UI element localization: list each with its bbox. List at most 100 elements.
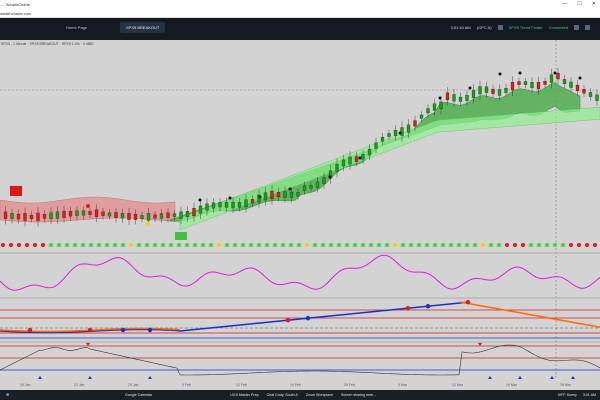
system-tray: 59°F Sunny 3:01 AM — [558, 390, 596, 400]
chart-header: SPX5 - 1 Minute · SPX5 BREAKOUT · SPX5 1… — [1, 42, 94, 46]
trend-dot — [585, 243, 589, 247]
candle — [342, 160, 345, 166]
trend-dot — [217, 243, 221, 247]
candle — [4, 212, 7, 219]
settings-icon[interactable] — [498, 25, 503, 30]
tab-home-page[interactable]: Home Page — [60, 22, 93, 33]
trend-dot — [297, 243, 301, 247]
candle — [531, 82, 534, 88]
buy-arrow — [38, 376, 42, 379]
signal-dot — [146, 222, 150, 226]
buy-signal-flag[interactable] — [175, 232, 187, 240]
candle — [193, 208, 196, 216]
clock-text: 3:01:40 AM — [450, 25, 470, 30]
candle — [167, 213, 170, 218]
candle — [141, 215, 144, 218]
momentum-oscillator-line — [0, 255, 600, 290]
trend-dot — [449, 243, 453, 247]
tab-spx5-breakout[interactable]: SPX5 BREAKOUT — [120, 22, 165, 33]
taskbar-item[interactable]: Zoom Workplace — [302, 390, 337, 400]
x-axis-label: 15 Jan — [20, 383, 31, 387]
trend-dot — [201, 243, 205, 247]
trend-dot — [9, 243, 13, 247]
crossover-dot — [28, 328, 32, 332]
price-chart[interactable]: 15 Jan 22 Jan 29 Jan 5 Feb 12 Feb 19 Feb 26 Fe… — [0, 40, 600, 390]
windows-start-icon[interactable]: ■ — [0, 390, 13, 400]
candle — [134, 214, 137, 220]
trend-dot — [537, 243, 541, 247]
candle — [89, 211, 92, 214]
candle — [238, 202, 241, 207]
signal-dot — [499, 73, 502, 76]
trend-dot — [169, 243, 173, 247]
candle — [368, 149, 371, 155]
taskbar-item[interactable]: UGS Master Prep — [226, 390, 262, 400]
taskbar-item[interactable]: Chat Cody, South A — [263, 390, 302, 400]
chart-area[interactable]: 15 Jan 22 Jan 29 Jan 5 Feb 12 Feb 19 Feb 26 Fe… — [0, 40, 600, 390]
signal-dot — [359, 157, 362, 160]
candle — [388, 133, 391, 136]
crossover-dot — [121, 328, 125, 332]
signal-dot — [329, 176, 332, 179]
candle — [180, 212, 183, 219]
trend-feed-label[interactable]: SPX5 Trend Finder — [509, 25, 543, 30]
signal-dot — [439, 97, 442, 100]
candle — [557, 73, 560, 79]
taskbar: ■ Google Calendar UGS Master Prep Chat C… — [0, 390, 600, 400]
trend-dot — [73, 243, 77, 247]
candle — [544, 81, 547, 84]
candle — [147, 213, 150, 220]
url-text[interactable]: wealthcharts.com — [0, 11, 31, 16]
candle — [537, 82, 540, 89]
candle — [297, 192, 300, 196]
menu-icon[interactable] — [585, 25, 590, 30]
trend-dot — [1, 243, 5, 247]
trend-dot — [417, 243, 421, 247]
candle — [589, 92, 592, 96]
candle — [154, 215, 157, 218]
trend-dot — [137, 243, 141, 247]
weather-text[interactable]: 59°F Sunny — [558, 390, 577, 400]
crossover-dot — [306, 316, 310, 320]
taskbar-item[interactable]: Screen sharing mee... — [337, 390, 380, 400]
candle — [433, 104, 436, 111]
candle — [50, 213, 53, 219]
trend-dot — [465, 243, 469, 247]
buy-arrow — [88, 376, 92, 379]
trend-dot — [369, 243, 373, 247]
close-icon[interactable]: ✕ — [592, 1, 596, 7]
signal-dot — [229, 197, 232, 200]
sell-arrow — [86, 343, 90, 346]
x-axis-label: 12 Mar — [452, 383, 464, 387]
trend-dot — [553, 243, 557, 247]
candle — [355, 157, 358, 162]
buy-arrow — [148, 376, 152, 379]
system-clock[interactable]: 3:01 AM — [583, 390, 596, 400]
minimize-icon[interactable]: — — [562, 1, 567, 7]
connection-status: Connected — [549, 25, 568, 30]
trend-crossover-dots — [0, 300, 470, 332]
candle — [30, 215, 33, 219]
trend-dot — [569, 243, 573, 247]
browser-tab-title[interactable]: ...- WealthCharts — [0, 2, 30, 7]
trend-dot — [337, 243, 341, 247]
candle — [394, 130, 397, 136]
candle — [323, 178, 326, 184]
candle — [251, 199, 254, 203]
address-bar[interactable]: wealthcharts.com — [0, 9, 600, 18]
trend-dot — [265, 243, 269, 247]
candle — [550, 75, 553, 83]
signal-dot — [259, 196, 262, 199]
signal-arrows — [38, 343, 575, 379]
sell-signal-flag[interactable] — [10, 186, 22, 196]
trend-dot — [513, 243, 517, 247]
user-icon[interactable] — [574, 25, 579, 30]
candle — [290, 192, 293, 198]
candle — [63, 211, 66, 218]
candle — [173, 214, 176, 217]
maximize-icon[interactable]: ☐ — [577, 1, 581, 7]
taskbar-item[interactable]: Google Calendar — [121, 390, 156, 400]
x-axis-label: 19 Feb — [290, 383, 301, 387]
trend-dot — [153, 243, 157, 247]
trend-dot — [177, 243, 181, 247]
